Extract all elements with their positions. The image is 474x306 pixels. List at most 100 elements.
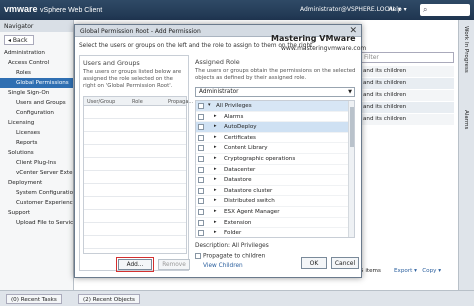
chevron-right-icon[interactable]: ▸ [214, 219, 217, 225]
sidebar-item[interactable]: Access Control [0, 58, 73, 68]
chevron-right-icon[interactable]: ▸ [214, 166, 217, 172]
search-icon: ⌕ [423, 5, 428, 14]
add-button[interactable]: Add... [118, 259, 152, 270]
users-groups-table[interactable]: User/Group Role Propaga... [83, 96, 193, 254]
privilege-row[interactable]: ▸ Datastore [196, 175, 354, 186]
global-search-input[interactable]: ⌕ [420, 4, 470, 16]
chevron-right-icon[interactable]: ▸ [214, 144, 217, 150]
sidebar-item[interactable]: Users and Groups [0, 98, 73, 108]
sidebar-item[interactable]: Customer Experience [0, 198, 73, 208]
checkbox-icon[interactable] [198, 208, 204, 215]
table-header: User/Group Role Propaga... [84, 97, 193, 106]
privilege-row[interactable]: ▸ Extension [196, 218, 354, 229]
help-menu[interactable]: Help ▾ [388, 6, 407, 13]
sidebar-item[interactable]: Roles [0, 68, 73, 78]
sidebar-item[interactable]: Configuration [0, 108, 73, 118]
user-menu[interactable]: Administrator@VSPHERE.LOCAL ▾ [300, 6, 401, 13]
assigned-role-title: Assigned Role [195, 58, 240, 66]
chevron-right-icon[interactable]: ▸ [214, 123, 217, 129]
assigned-role-description: The users or groups obtain the permissio… [195, 68, 356, 81]
chevron-right-icon[interactable]: ▸ [214, 197, 217, 203]
view-children-link[interactable]: View Children [203, 263, 243, 269]
checkbox-icon[interactable] [198, 230, 204, 237]
privilege-label: Cryptographic operations [224, 155, 296, 162]
sidebar-item[interactable]: Deployment [0, 178, 73, 188]
checkbox-icon[interactable] [198, 145, 204, 152]
privilege-row[interactable]: ▸ Datacenter [196, 165, 354, 176]
privilege-label: Alarms [224, 113, 244, 120]
column-role[interactable]: Role [132, 99, 143, 105]
chevron-right-icon[interactable]: ▸ [214, 187, 217, 193]
ok-button[interactable]: OK [301, 257, 327, 269]
recent-objects-tab[interactable]: (2) Recent Objects [78, 294, 140, 304]
privilege-row[interactable]: ▸ Cryptographic operations [196, 154, 354, 165]
privilege-row[interactable]: ▾ All Privileges [196, 101, 354, 112]
checkbox-icon[interactable] [198, 113, 204, 120]
sidebar-item[interactable]: Support [0, 208, 73, 218]
sidebar-item[interactable]: Licenses [0, 128, 73, 138]
column-user-group[interactable]: User/Group [87, 99, 115, 105]
list-item[interactable]: and its children [360, 102, 454, 113]
list-item[interactable]: and its children [360, 78, 454, 89]
table-row [84, 184, 186, 197]
privilege-label: Certificates [224, 134, 256, 141]
checkbox-icon[interactable] [198, 124, 204, 131]
add-permission-dialog: Global Permission Root - Add Permission … [74, 24, 366, 278]
chevron-right-icon[interactable]: ▸ [214, 229, 217, 235]
sidebar-item[interactable]: vCenter Server Extensi [0, 168, 73, 178]
privilege-row[interactable]: ▸ ESX Agent Manager [196, 207, 354, 218]
role-select[interactable]: Administrator ▼ [195, 87, 355, 97]
privileges-scrollbar[interactable] [348, 101, 354, 237]
sidebar-item[interactable]: Client Plug-Ins [0, 158, 73, 168]
propagate-checkbox[interactable]: Propagate to children [195, 253, 265, 260]
checkbox-icon[interactable] [198, 198, 204, 205]
sidebar-item[interactable]: Licensing [0, 118, 73, 128]
cancel-button[interactable]: Cancel [331, 257, 359, 269]
users-groups-description: The users or groups listed below are ass… [83, 69, 182, 89]
work-in-progress-tab[interactable]: Work In Progress [463, 26, 469, 73]
privilege-row[interactable]: ▸ Content Library [196, 143, 354, 154]
sidebar-item[interactable]: Administration [0, 48, 73, 58]
privilege-row[interactable]: ▸ Distributed switch [196, 196, 354, 207]
chevron-down-icon[interactable]: ▾ [208, 102, 211, 108]
checkbox-icon[interactable] [198, 177, 204, 184]
sidebar-item[interactable]: Global Permissions [0, 78, 73, 88]
sidebar-item[interactable]: Single Sign-On [0, 88, 73, 98]
sidebar-item[interactable]: Upload File to Service [0, 218, 73, 228]
recent-tasks-tab[interactable]: (0) Recent Tasks [6, 294, 62, 304]
chevron-right-icon[interactable]: ▸ [214, 113, 217, 119]
export-copy-links[interactable]: Export ▾ Copy ▾ [394, 268, 441, 274]
privilege-row[interactable]: ▸ Datastore cluster [196, 186, 354, 197]
back-button[interactable]: ◂ Back [4, 35, 34, 45]
chevron-right-icon[interactable]: ▸ [214, 155, 217, 161]
list-item[interactable]: and its children [360, 114, 454, 125]
watermark-logo: Mastering VMware [271, 34, 356, 43]
filter-input[interactable]: Filter [360, 52, 454, 63]
checkbox-icon[interactable] [198, 134, 204, 141]
checkbox-icon[interactable] [198, 166, 204, 173]
privilege-row[interactable]: ▸ AutoDeploy [196, 122, 354, 133]
column-propagate[interactable]: Propaga... [168, 99, 193, 105]
chevron-right-icon[interactable]: ▸ [214, 176, 217, 182]
checkbox-icon[interactable] [198, 187, 204, 194]
chevron-right-icon[interactable]: ▸ [214, 208, 217, 214]
privilege-row[interactable]: ▸ Folder [196, 228, 354, 237]
list-item[interactable]: and its children [360, 66, 454, 77]
privilege-label: Folder [224, 230, 242, 237]
chevron-right-icon[interactable]: ▸ [214, 134, 217, 140]
sidebar-item[interactable]: Solutions [0, 148, 73, 158]
privilege-label: AutoDeploy [224, 124, 257, 131]
privileges-tree[interactable]: ▾ All Privileges ▸ Alarms ▸ AutoDeploy ▸ Certif… [195, 100, 355, 238]
checkbox-icon[interactable] [198, 155, 204, 162]
privilege-row[interactable]: ▸ Certificates [196, 133, 354, 144]
sidebar-item[interactable]: Reports [0, 138, 73, 148]
list-item[interactable]: and its children [360, 90, 454, 101]
sidebar-item[interactable]: System Configuration [0, 188, 73, 198]
alarms-tab[interactable]: Alarms [463, 110, 469, 129]
table-row [84, 145, 186, 158]
checkbox-icon[interactable] [198, 219, 204, 226]
privilege-row[interactable]: ▸ Alarms [196, 112, 354, 123]
privilege-label: Extension [224, 219, 252, 226]
checkbox-icon[interactable] [198, 103, 204, 109]
remove-button[interactable]: Remove [158, 259, 190, 270]
